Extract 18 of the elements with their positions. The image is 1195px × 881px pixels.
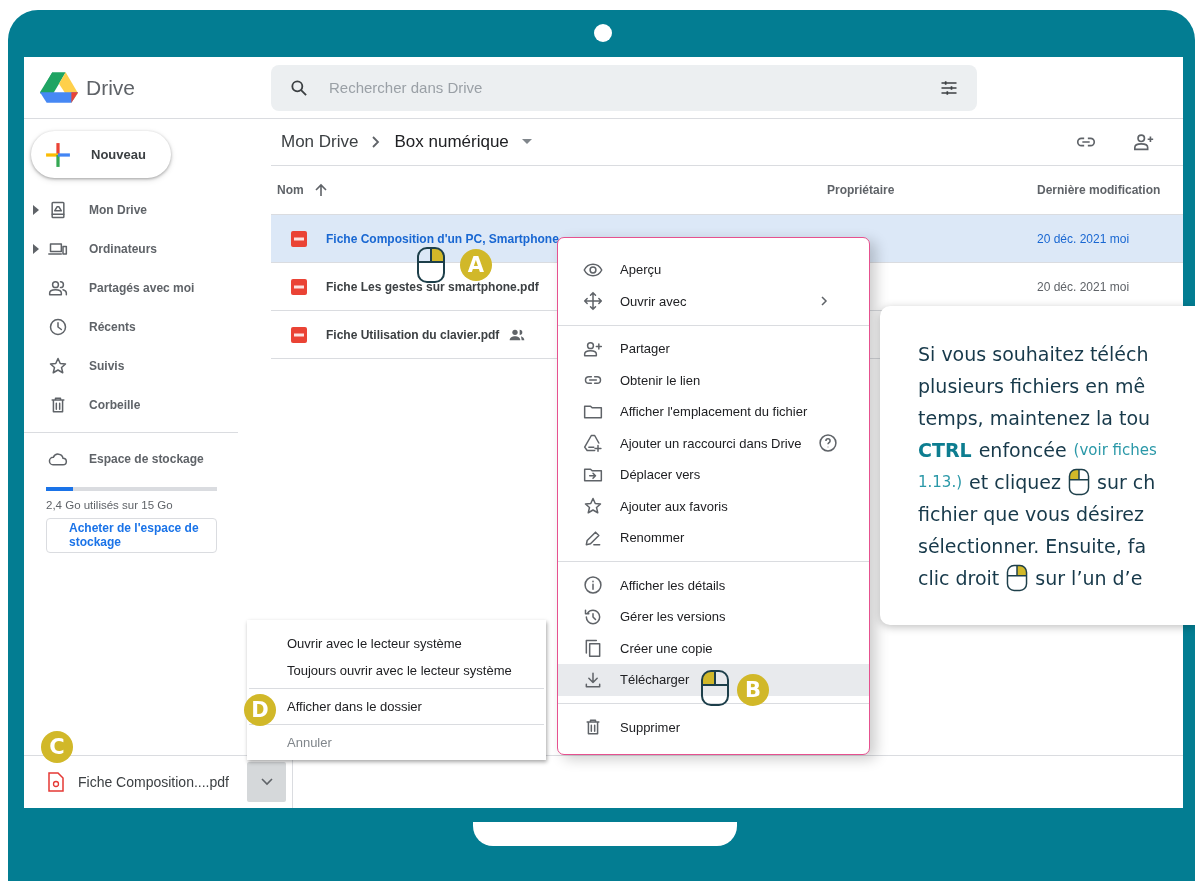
callout-text: fichier que vous désirez [918, 503, 1144, 525]
callout-text: plusieurs fichiers en mê [918, 375, 1146, 397]
callout-text: Si vous souhaitez téléch [918, 343, 1149, 365]
callout-text: temps, maintenez la tou [918, 407, 1151, 429]
callout-text: sélectionner. Ensuite, fa [918, 535, 1147, 557]
modified-date: 20 déc. 2021 moi [1037, 279, 1130, 294]
file-name: Fiche Les gestes sur smartphone.pdf [326, 279, 539, 294]
app-name: Drive [86, 75, 135, 100]
callout-text: et cliquez [969, 471, 1061, 493]
callout-text: sur l’un d’e [1035, 567, 1143, 589]
callout-text: enfoncée [978, 439, 1067, 461]
callout-text: clic droit [918, 567, 1000, 589]
file-name: Fiche Utilisation du clavier.pdf [326, 327, 500, 342]
key-name: CTRL [918, 439, 972, 461]
modified-date: 20 déc. 2021 moi [1037, 231, 1130, 246]
file-name: Fiche Composition d'un PC, Smartphone [326, 231, 559, 246]
storage-usage: 2,4 Go utilisés sur 15 Go [46, 499, 174, 511]
callout-text: sur ch [1097, 471, 1156, 493]
